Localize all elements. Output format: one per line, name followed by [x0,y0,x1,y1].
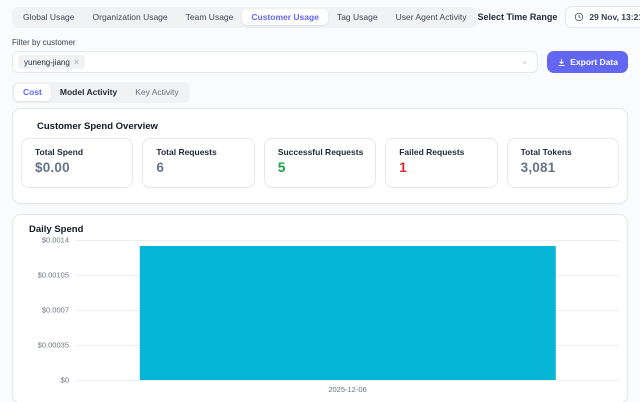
tab-global-usage[interactable]: Global Usage [14,9,84,25]
stat-value: 3,081 [521,160,618,175]
tab-cost[interactable]: Cost [14,84,51,100]
tab-customer-usage[interactable]: Customer Usage [242,9,328,25]
customer-chip-label: yuneng-jiang [24,58,70,67]
daily-spend-card: Daily Spend $0.0014$0.00105$0.0007$0.000… [12,214,628,402]
tab-tag-usage[interactable]: Tag Usage [328,9,387,25]
customer-filter-input[interactable]: yuneng-jiang × [12,51,538,73]
customer-spend-overview-card: Customer Spend Overview Total Spend $0.00… [12,108,628,204]
view-tab-bar: CostModel ActivityKey Activity [12,82,190,103]
stats-row: Total Spend $0.00 Total Requests 6 Successfu… [21,138,619,188]
stat-card-failed-requests: Failed Requests 1 [385,138,497,188]
customer-chip: yuneng-jiang × [18,55,85,69]
y-axis-tick-label: $0.00105 [38,271,69,280]
time-range-group: Select Time Range 29 Nov, 13:21 - 6 Dec,… [477,6,640,28]
time-range-value: 29 Nov, 13:21 - 6 Dec, 13:21 [589,12,640,22]
stat-value: 6 [156,160,253,175]
stat-card-total-tokens: Total Tokens 3,081 [507,138,619,188]
filter-by-customer-label: Filter by customer [12,38,628,47]
tab-model-activity[interactable]: Model Activity [51,84,126,100]
y-axis-tick-label: $0.0014 [42,236,69,245]
stat-label: Total Tokens [521,147,618,157]
y-axis-tick-label: $0.00035 [38,341,69,350]
gridline [76,240,619,241]
tab-key-activity[interactable]: Key Activity [126,84,187,100]
stat-label: Total Spend [35,147,132,157]
x-axis-tick-label: 2025-12-06 [328,385,366,394]
stat-label: Failed Requests [399,147,496,157]
stat-card-successful-requests: Successful Requests 5 [264,138,376,188]
tab-organization-usage[interactable]: Organization Usage [84,9,177,25]
daily-spend-chart: $0.0014$0.00105$0.0007$0.00035$02025-12-… [76,240,619,380]
time-range-label: Select Time Range [477,12,557,22]
stat-value: 1 [399,160,496,175]
usage-tab-bar: Global UsageOrganization UsageTeam Usage… [12,7,477,28]
top-bar: Global UsageOrganization UsageTeam Usage… [12,6,628,28]
overview-title: Customer Spend Overview [37,121,619,132]
stat-value: $0.00 [35,160,132,175]
daily-spend-title: Daily Spend [29,224,83,235]
usage-dashboard-page: Global UsageOrganization UsageTeam Usage… [0,0,640,402]
export-data-button[interactable]: Export Data [547,51,628,73]
time-range-select[interactable]: 29 Nov, 13:21 - 6 Dec, 13:21 [565,6,640,28]
stat-card-total-requests: Total Requests 6 [142,138,254,188]
y-axis-tick-label: $0 [61,376,69,385]
stat-card-total-spend: Total Spend $0.00 [21,138,133,188]
spend-bar[interactable] [139,246,555,380]
download-icon [557,58,566,67]
gridline [76,380,619,381]
export-data-label: Export Data [570,57,618,67]
tab-user-agent-activity[interactable]: User Agent Activity [387,9,476,25]
stat-value: 5 [278,160,375,175]
y-axis-tick-label: $0.0007 [42,306,69,315]
clock-icon [574,12,584,22]
stat-label: Total Requests [156,147,253,157]
chevron-down-icon [520,58,529,67]
tab-team-usage[interactable]: Team Usage [177,9,243,25]
stat-label: Successful Requests [278,147,375,157]
chip-remove-icon[interactable]: × [74,58,79,67]
filter-row: yuneng-jiang × Export Data [12,51,628,73]
